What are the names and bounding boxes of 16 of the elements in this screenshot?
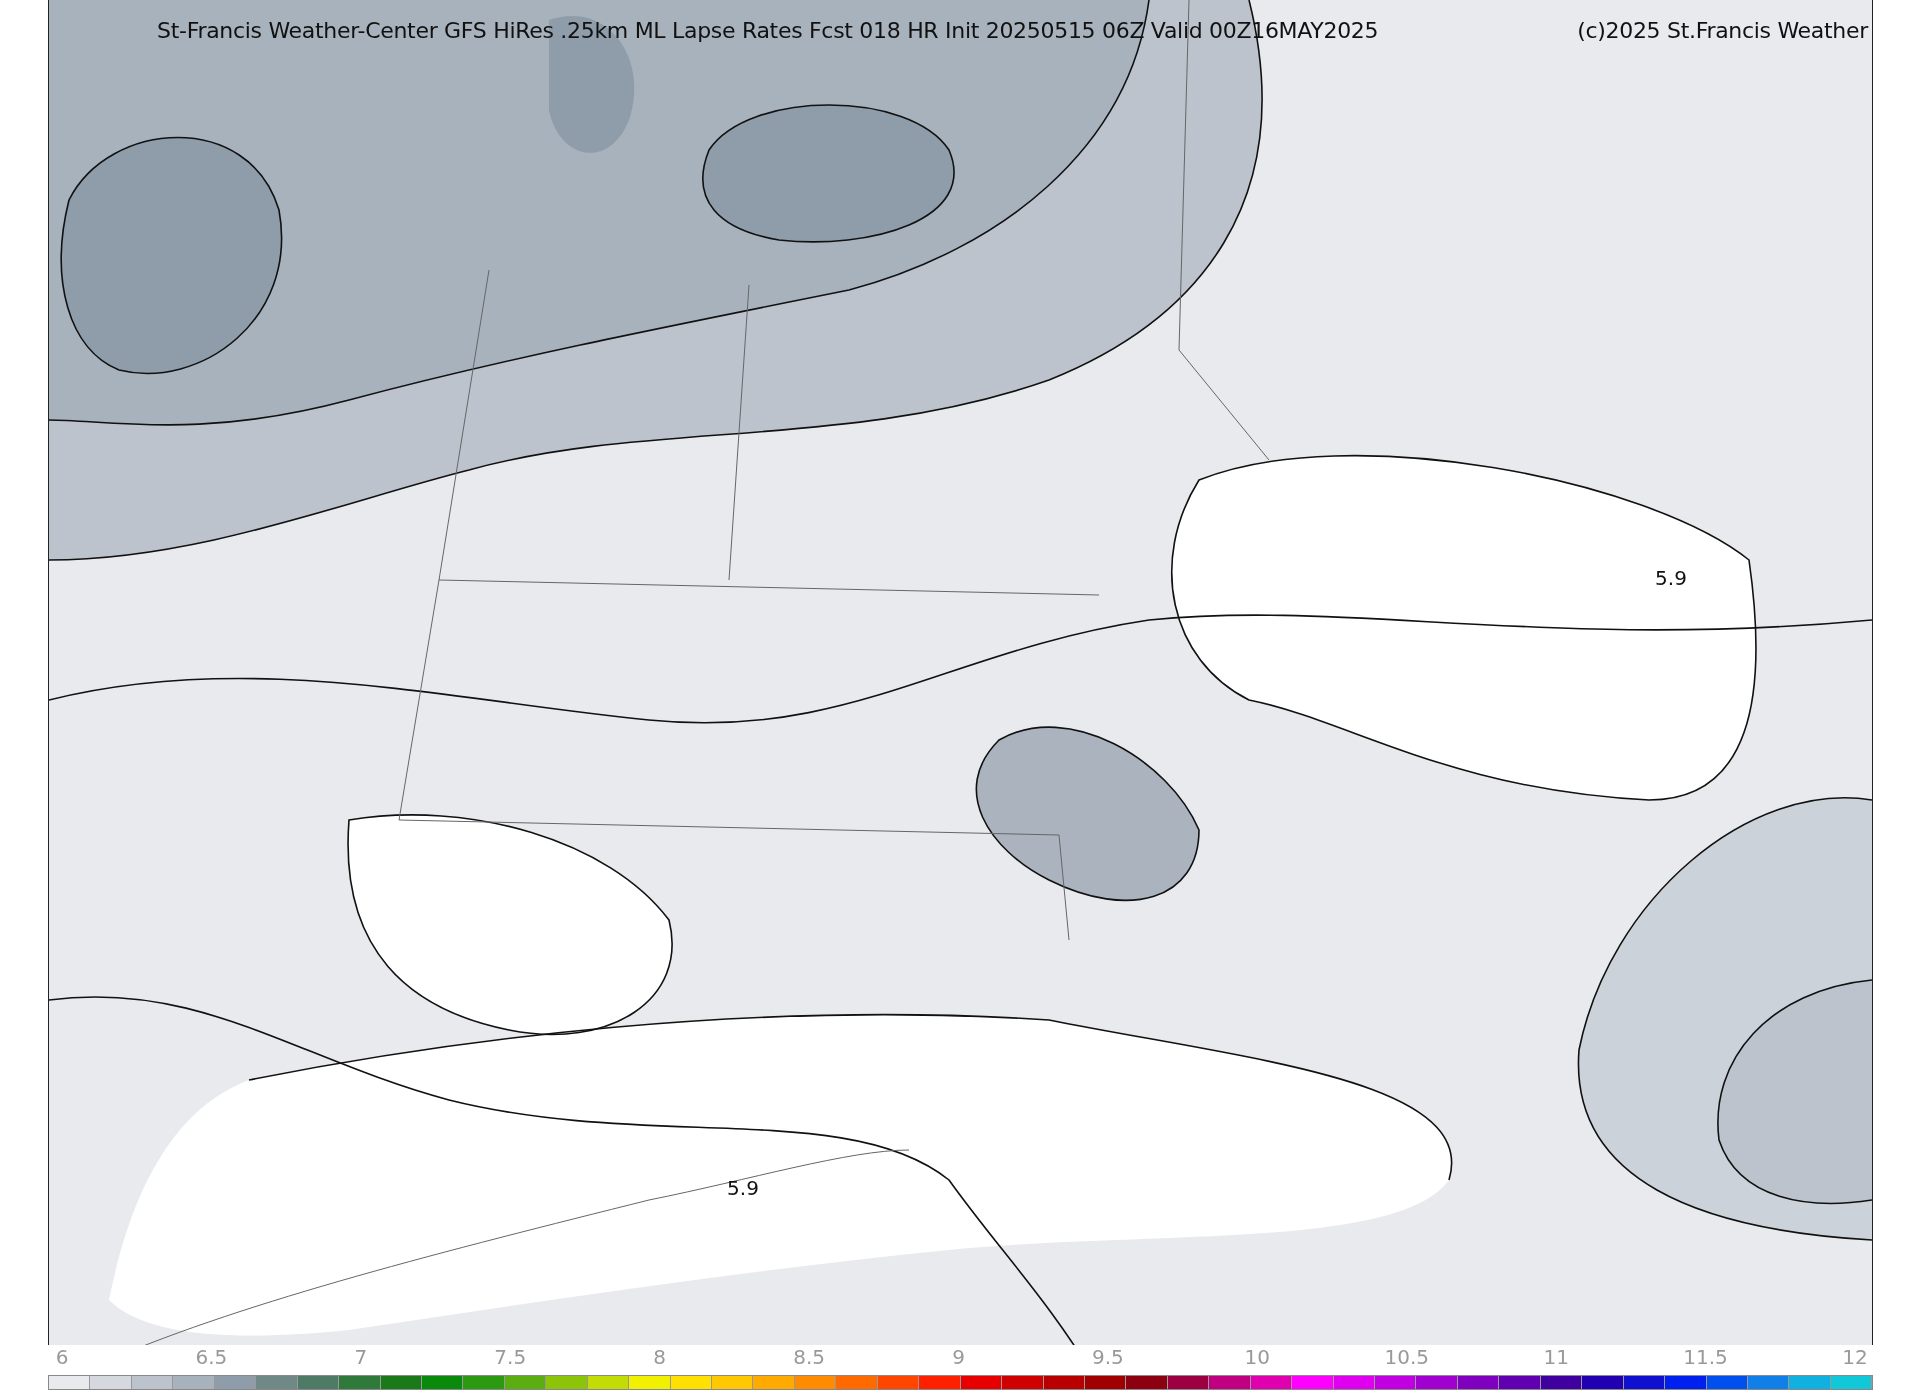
contour-label: 5.9 — [1655, 566, 1687, 590]
scale-tick-label: 9 — [952, 1345, 965, 1369]
scale-tick-label: 10 — [1244, 1345, 1271, 1369]
scale-tick-label: 6.5 — [195, 1345, 228, 1369]
scale-tick-label: 6 — [55, 1345, 69, 1369]
scale-tick-label: 7 — [354, 1345, 368, 1369]
scale-tick-label: 8.5 — [793, 1345, 825, 1369]
scale-tick-label: 10.5 — [1384, 1345, 1429, 1369]
scale-tick-label: 7.5 — [494, 1345, 527, 1369]
scale-tick-label: 9.5 — [1092, 1345, 1124, 1369]
contour-label: 5.9 — [727, 1176, 759, 1200]
scale-tick-label: 12 — [1842, 1345, 1868, 1369]
scale-tick-label: 11.5 — [1683, 1345, 1728, 1369]
scale-tick-label: 8 — [653, 1345, 666, 1369]
copyright-text: (c)2025 St.Francis Weather — [1577, 18, 1868, 43]
scale-tick-label: 11 — [1543, 1345, 1569, 1369]
